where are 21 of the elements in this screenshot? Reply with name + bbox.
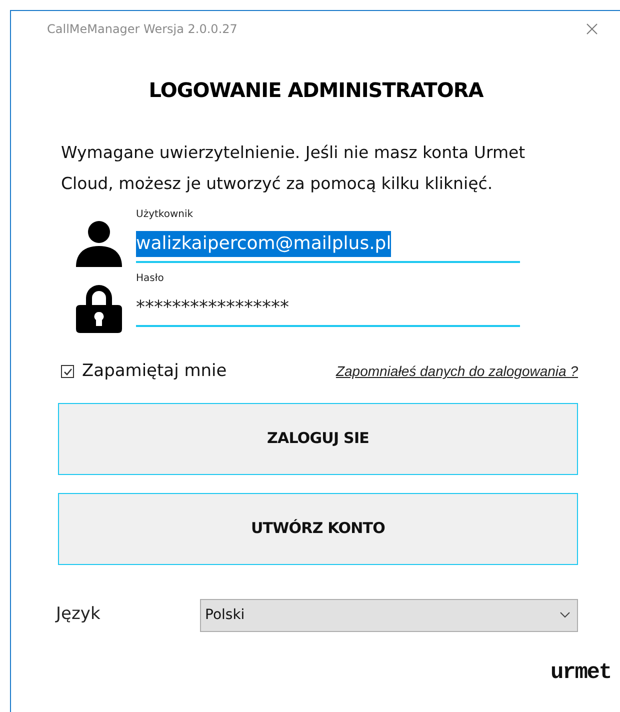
intro-text: Wymagane uwierzytelnienie. Jeśli nie masz konta Urmet Cloud, możesz je utworzyć za pomocą kilku kliknięć. — [61, 142, 526, 195]
window-title: CallMeManager Wersja 2.0.0.27 — [47, 21, 238, 38]
lock-icon — [76, 283, 122, 333]
language-select[interactable]: Polski — [200, 598, 578, 632]
field-label: Użytkownik — [136, 208, 194, 222]
dialog-heading: LOGOWANIE ADMINISTRATORA — [148, 77, 484, 104]
checkbox[interactable] — [61, 365, 74, 378]
field-label: Hasło — [136, 272, 165, 286]
field-value: ***************** — [136, 296, 289, 320]
action-button[interactable]: UTWÓRZ KONTO — [58, 492, 578, 564]
action-button[interactable]: ZALOGUJ SIE — [58, 402, 578, 474]
forgot-link[interactable]: Zapomniałeś danych do zalogowania ? — [336, 361, 578, 382]
brand-logo: urmet — [550, 662, 611, 684]
input-field[interactable]: ***************** — [136, 287, 520, 327]
input-field[interactable]: walizkaipercom@mailplus.pl — [136, 223, 520, 263]
chevron-down-icon — [560, 612, 570, 618]
language-label: Język — [56, 603, 102, 626]
user-icon — [74, 219, 122, 267]
field-value: walizkaipercom@mailplus.pl — [136, 231, 392, 257]
checkbox-label: Zapamiętaj mnie — [82, 360, 227, 383]
close-icon[interactable] — [586, 23, 598, 35]
